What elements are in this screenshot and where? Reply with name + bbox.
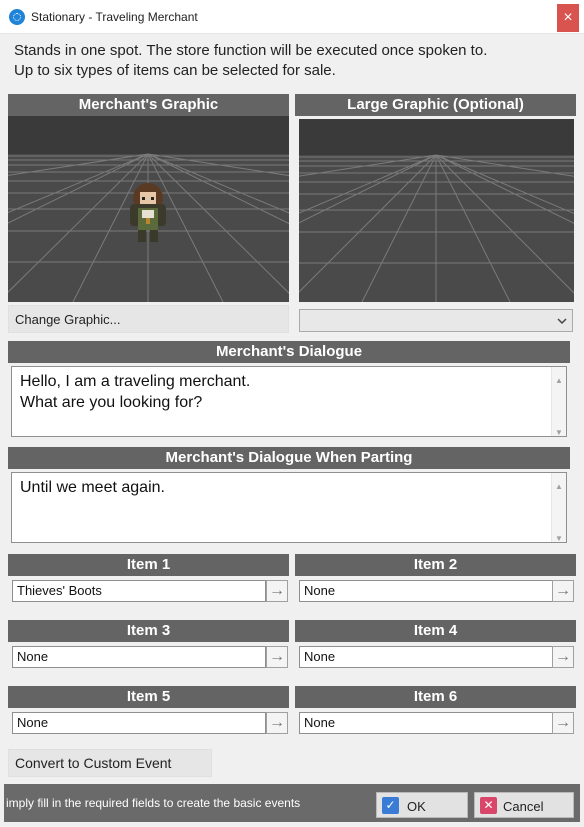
merchant-graphic-viewport[interactable]: [8, 116, 289, 302]
merchant-sprite: [130, 183, 166, 242]
chevron-down-icon: [557, 318, 567, 325]
description: Stands in one spot. The store function w…: [14, 41, 487, 81]
x-icon: ✕: [480, 797, 497, 814]
item-4-field[interactable]: None: [299, 646, 553, 668]
parting-dialogue-line: Until we meet again.: [20, 479, 165, 496]
scroll-down-icon[interactable]: ▼: [552, 422, 566, 443]
ok-label: OK: [407, 799, 426, 814]
item-2-field[interactable]: None: [299, 580, 553, 602]
scroll-up-icon[interactable]: ▲: [552, 370, 566, 391]
description-line: Up to six types of items can be selected…: [14, 62, 336, 79]
dialogue-header: Merchant's Dialogue: [8, 341, 570, 363]
item-1-header: Item 1: [8, 554, 289, 576]
item-6-arrow-icon[interactable]: →: [552, 712, 574, 734]
large-graphic-header: Large Graphic (Optional): [295, 94, 576, 116]
item-5-field[interactable]: None: [12, 712, 266, 734]
ok-button[interactable]: ✓ OK: [376, 792, 468, 818]
change-graphic-button[interactable]: Change Graphic...: [8, 305, 289, 333]
item-2-header: Item 2: [295, 554, 576, 576]
scroll-down-icon[interactable]: ▼: [552, 528, 566, 549]
dialogue-textarea[interactable]: Hello, I am a traveling merchant. What a…: [11, 366, 567, 437]
grid-floor: [299, 119, 574, 302]
parting-scrollbar[interactable]: ▲ ▼: [551, 473, 566, 543]
item-4-arrow-icon[interactable]: →: [552, 646, 574, 668]
cancel-label: Cancel: [503, 799, 544, 814]
item-2-arrow-icon[interactable]: →: [552, 580, 574, 602]
dialogue-scrollbar[interactable]: ▲ ▼: [551, 367, 566, 437]
footer-hint: imply fill in the required fields to cre…: [6, 796, 301, 810]
parting-dialogue-header: Merchant's Dialogue When Parting: [8, 447, 570, 469]
item-1-arrow-icon[interactable]: →: [266, 580, 288, 602]
item-1-field[interactable]: Thieves' Boots: [12, 580, 266, 602]
close-button[interactable]: ×: [557, 4, 579, 32]
cancel-button[interactable]: ✕ Cancel: [474, 792, 574, 818]
large-graphic-viewport[interactable]: [299, 119, 574, 302]
item-4-header: Item 4: [295, 620, 576, 642]
item-5-arrow-icon[interactable]: →: [266, 712, 288, 734]
convert-to-custom-event-button[interactable]: Convert to Custom Event: [8, 749, 212, 777]
description-line: Stands in one spot. The store function w…: [14, 42, 488, 59]
check-icon: ✓: [382, 797, 399, 814]
large-graphic-select[interactable]: [299, 309, 573, 332]
item-6-header: Item 6: [295, 686, 576, 708]
parting-dialogue-textarea[interactable]: Until we meet again. ▲ ▼: [11, 472, 567, 543]
scroll-up-icon[interactable]: ▲: [552, 476, 566, 497]
dialogue-line: What are you looking for?: [20, 394, 203, 411]
item-3-field[interactable]: None: [12, 646, 266, 668]
item-3-header: Item 3: [8, 620, 289, 642]
window-title: Stationary - Traveling Merchant: [31, 10, 198, 24]
app-icon: [9, 9, 25, 25]
item-3-arrow-icon[interactable]: →: [266, 646, 288, 668]
dialogue-line: Hello, I am a traveling merchant.: [20, 373, 251, 390]
merchant-graphic-header: Merchant's Graphic: [8, 94, 289, 116]
item-6-field[interactable]: None: [299, 712, 553, 734]
item-5-header: Item 5: [8, 686, 289, 708]
